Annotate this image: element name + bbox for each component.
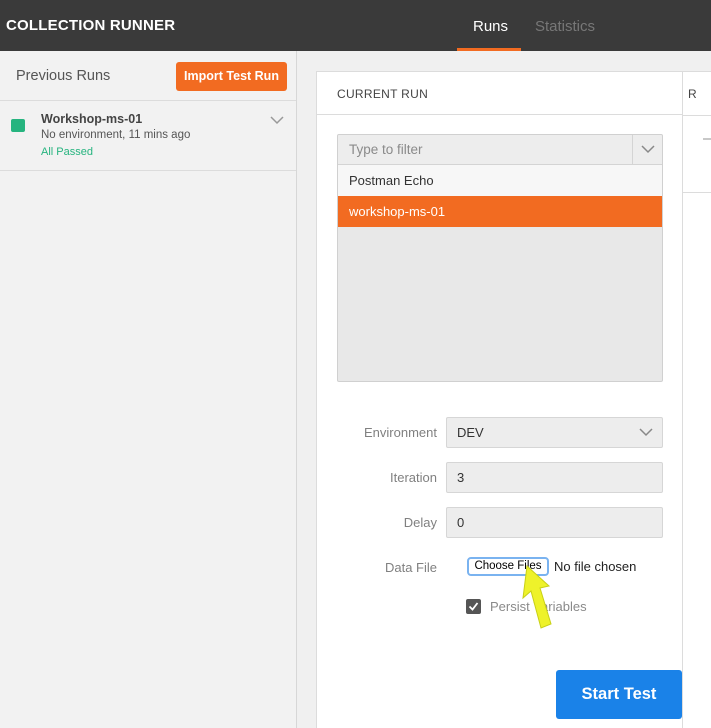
run-list-item[interactable]: Workshop-ms-01 No environment, 11 mins a… (0, 101, 296, 171)
chevron-down-icon (641, 145, 655, 154)
environment-select[interactable]: DEV (446, 417, 663, 448)
environment-value: DEV (457, 425, 484, 440)
collection-item-postman-echo[interactable]: Postman Echo (338, 165, 662, 196)
placeholder-dash (703, 138, 711, 140)
run-name: Workshop-ms-01 (41, 112, 143, 126)
main-area: CURRENT RUN Postman Echo workshop-ms-01 … (298, 51, 711, 728)
iteration-label: Iteration (390, 470, 437, 485)
tab-statistics[interactable]: Statistics (535, 18, 595, 35)
results-panel: R (683, 71, 711, 728)
current-run-title: CURRENT RUN (337, 87, 429, 101)
filter-input[interactable] (338, 135, 632, 164)
collection-filter (338, 135, 662, 165)
import-test-run-button[interactable]: Import Test Run (176, 62, 287, 91)
app-title: COLLECTION RUNNER (6, 17, 176, 34)
previous-runs-heading: Previous Runs (16, 68, 111, 84)
iteration-input[interactable]: 3 (446, 462, 663, 493)
run-meta: No environment, 11 mins ago (41, 129, 191, 141)
filter-dropdown-toggle[interactable] (632, 135, 662, 164)
run-result: All Passed (41, 146, 93, 158)
results-panel-title: R (688, 87, 697, 101)
environment-label: Environment (364, 425, 437, 440)
run-status-indicator (11, 119, 25, 132)
divider (683, 192, 711, 193)
file-status: No file chosen (554, 559, 637, 574)
pointer-arrow-icon (522, 564, 552, 629)
checkmark-icon (468, 602, 479, 611)
chevron-down-icon[interactable] (270, 115, 284, 125)
collection-item-workshop-ms-01[interactable]: workshop-ms-01 (338, 196, 662, 227)
collection-selector: Postman Echo workshop-ms-01 (337, 134, 663, 382)
delay-label: Delay (403, 515, 437, 530)
delay-input[interactable]: 0 (446, 507, 663, 538)
tab-runs[interactable]: Runs (473, 18, 508, 35)
divider (683, 115, 711, 116)
top-bar: COLLECTION RUNNER Runs Statistics (0, 0, 711, 51)
current-run-header: CURRENT RUN (317, 72, 682, 115)
current-run-panel: CURRENT RUN Postman Echo workshop-ms-01 … (316, 71, 683, 728)
sidebar-header: Previous Runs Import Test Run (0, 51, 296, 101)
persist-variables-checkbox[interactable] (466, 599, 481, 614)
start-test-button[interactable]: Start Test (556, 670, 682, 719)
data-file-label: Data File (384, 560, 437, 575)
sidebar: Previous Runs Import Test Run Workshop-m… (0, 51, 297, 728)
chevron-down-icon (639, 428, 653, 437)
